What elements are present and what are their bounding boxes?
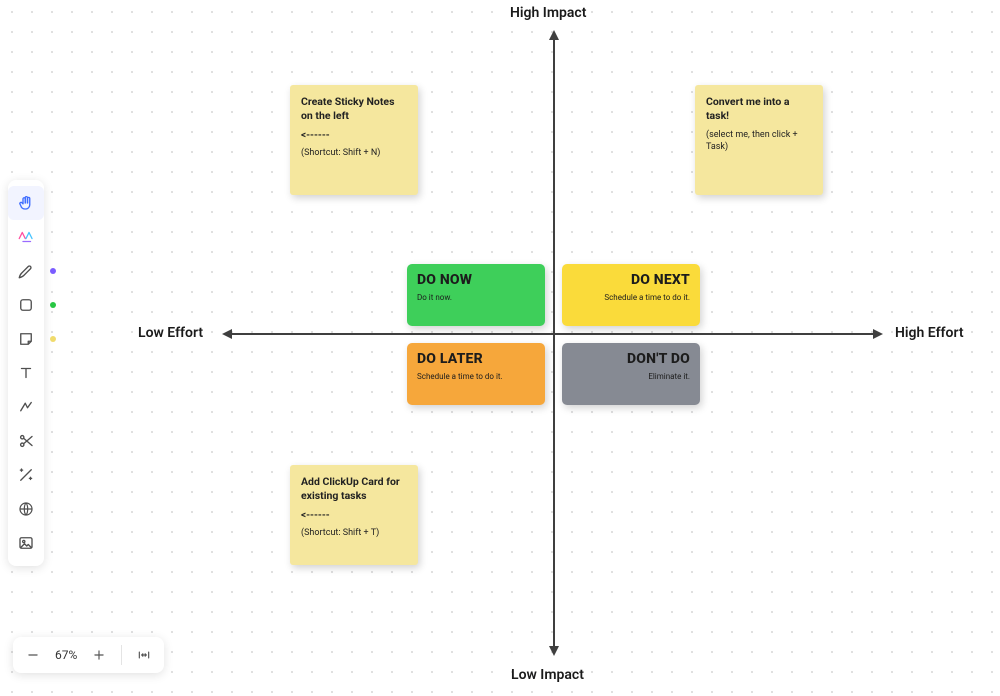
- zoom-control: 67%: [13, 637, 164, 673]
- sticky-note[interactable]: Add ClickUp Card for existing tasks <---…: [290, 465, 418, 565]
- sticky-hint: (select me, then click + Task): [706, 129, 812, 153]
- color-dot: [50, 268, 56, 274]
- tool-connector[interactable]: [8, 390, 44, 424]
- quadrant-do-later[interactable]: DO LATER Schedule a time to do it.: [407, 343, 545, 405]
- sticky-arrow: <------: [301, 129, 407, 143]
- zoom-in-button[interactable]: [87, 643, 111, 667]
- quadrant-title: DO NOW: [417, 272, 535, 288]
- tool-pen[interactable]: [8, 254, 44, 288]
- sticky-note[interactable]: Create Sticky Notes on the left <------ …: [290, 85, 418, 195]
- axis-label-bottom: Low Impact: [511, 667, 584, 683]
- quadrant-title: DO NEXT: [572, 272, 690, 288]
- zoom-out-button[interactable]: [21, 643, 45, 667]
- axis-label-right: High Effort: [895, 325, 964, 341]
- color-dot: [50, 302, 56, 308]
- axis-label-left: Low Effort: [138, 325, 203, 341]
- sticky-title: Add ClickUp Card for existing tasks: [301, 475, 407, 503]
- sticky-hint: (Shortcut: Shift + T): [301, 527, 407, 539]
- arrow-left-icon: [222, 329, 232, 339]
- sticky-arrow: <------: [301, 509, 407, 523]
- tool-sticky-note[interactable]: [8, 322, 44, 356]
- tool-shape[interactable]: [8, 288, 44, 322]
- fit-to-screen-button[interactable]: [132, 643, 156, 667]
- axis-vertical: [553, 38, 555, 648]
- tool-text[interactable]: [8, 356, 44, 390]
- quadrant-title: DO LATER: [417, 351, 535, 367]
- divider: [121, 645, 122, 665]
- quadrant-do-now[interactable]: DO NOW Do it now.: [407, 264, 545, 326]
- color-dot: [50, 336, 56, 342]
- quadrant-subtitle: Schedule a time to do it.: [417, 372, 535, 381]
- arrow-right-icon: [873, 329, 883, 339]
- sticky-hint: (Shortcut: Shift + N): [301, 147, 407, 159]
- quadrant-title: DON'T DO: [572, 351, 690, 367]
- axis-label-top: High Impact: [510, 5, 586, 21]
- zoom-value[interactable]: 67%: [51, 648, 81, 662]
- sticky-title: Create Sticky Notes on the left: [301, 95, 407, 123]
- quadrant-do-next[interactable]: DO NEXT Schedule a time to do it.: [562, 264, 700, 326]
- toolbar: [8, 180, 44, 566]
- tool-generate[interactable]: [8, 220, 44, 254]
- quadrant-subtitle: Schedule a time to do it.: [572, 293, 690, 302]
- tool-image[interactable]: [8, 526, 44, 560]
- quadrant-subtitle: Eliminate it.: [572, 372, 690, 381]
- sticky-note[interactable]: Convert me into a task! (select me, then…: [695, 85, 823, 195]
- tool-hand[interactable]: [8, 186, 44, 220]
- tool-web[interactable]: [8, 492, 44, 526]
- quadrant-subtitle: Do it now.: [417, 293, 535, 302]
- sticky-title: Convert me into a task!: [706, 95, 812, 123]
- arrow-down-icon: [549, 646, 559, 656]
- tool-scissors[interactable]: [8, 424, 44, 458]
- tool-ai-magic[interactable]: [8, 458, 44, 492]
- whiteboard-canvas[interactable]: High Impact Low Impact Low Effort High E…: [0, 0, 1000, 696]
- arrow-up-icon: [549, 30, 559, 40]
- quadrant-dont-do[interactable]: DON'T DO Eliminate it.: [562, 343, 700, 405]
